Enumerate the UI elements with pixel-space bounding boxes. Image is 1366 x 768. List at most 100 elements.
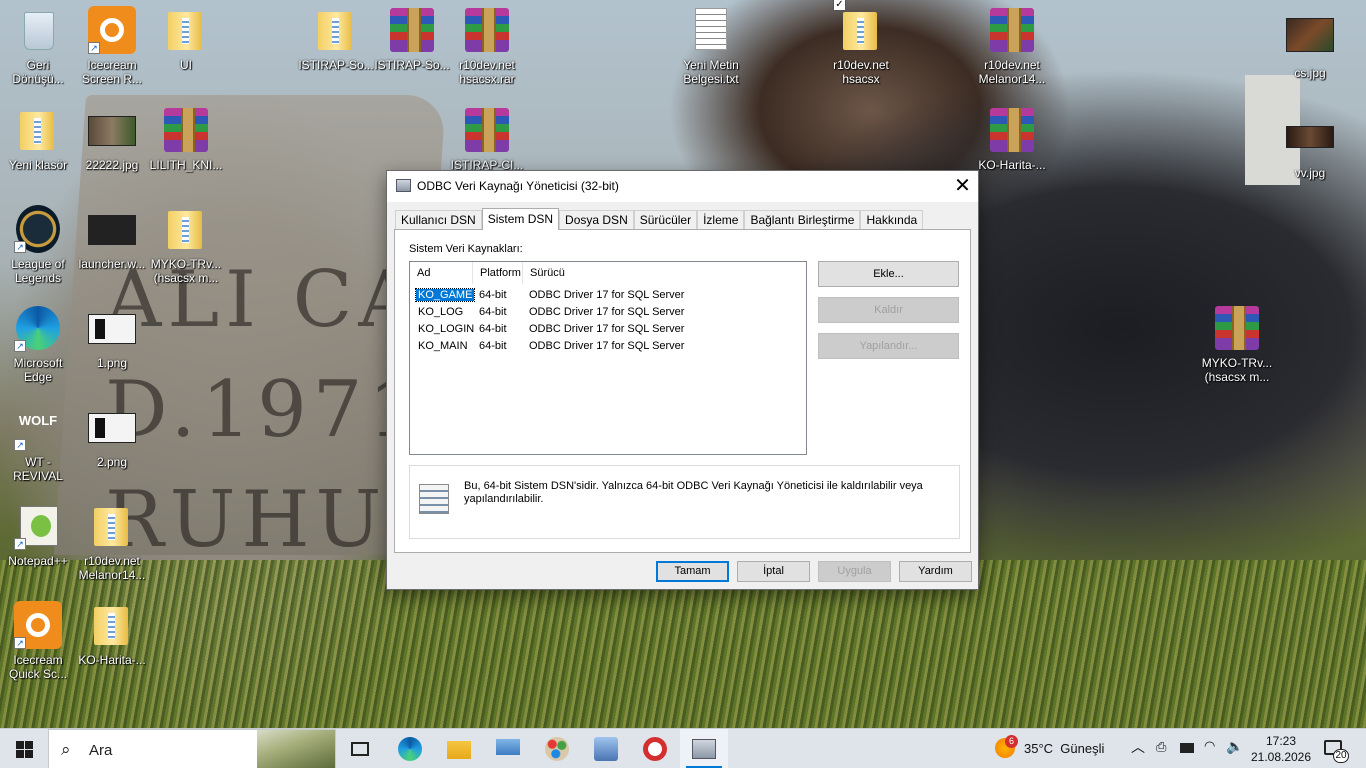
search-box[interactable]: ⌕ Ara <box>48 729 336 768</box>
winrar-archive-icon <box>463 6 511 54</box>
chevron-up-icon[interactable]: ︿ <box>1131 737 1145 757</box>
desktop-icon-istirap-rar[interactable]: ISTIRAP-So... <box>374 0 450 72</box>
installer-icon <box>594 737 618 761</box>
desktop-icon-league-of-legends[interactable]: ↗ League of Legends <box>0 199 76 285</box>
remove-button[interactable]: Kaldır <box>818 297 959 323</box>
ok-button[interactable]: Tamam <box>656 561 729 582</box>
desktop-icon-ko-harita-folder[interactable]: KO-Harita-... <box>74 595 150 667</box>
tab-connection-pooling[interactable]: Bağlantı Birleştirme <box>744 210 861 230</box>
icecream-screenshot-icon: ↗ <box>14 601 62 649</box>
tab-system-dsn[interactable]: Sistem DSN <box>481 208 560 230</box>
taskbar-edge[interactable] <box>386 729 434 768</box>
list-item[interactable]: KO_LOG 64-bit ODBC Driver 17 for SQL Ser… <box>410 304 806 321</box>
desktop-icon-vv-jpg[interactable]: vv.jpg <box>1272 108 1348 180</box>
folder-icon <box>88 502 136 550</box>
winrar-archive-icon <box>463 106 511 154</box>
taskbar-installer[interactable] <box>582 729 630 768</box>
dialog-titlebar[interactable]: ODBC Veri Kaynağı Yöneticisi (32-bit) ✕ <box>387 171 978 202</box>
help-button[interactable]: Yardım <box>899 561 972 582</box>
desktop-icon-wt-revival[interactable]: WOLF ↗ WT - REVIVAL <box>0 397 76 483</box>
configure-button[interactable]: Yapılandır... <box>818 333 959 359</box>
paint-icon <box>545 737 569 761</box>
desktop-icon-lilith-rar[interactable]: LILITH_KNI... <box>148 100 224 172</box>
folder-icon <box>88 601 136 649</box>
desktop-icon-icecream-quick-screenshot[interactable]: ↗ Icecream Quick Sc... <box>0 595 76 681</box>
desktop-icon-cs-jpg[interactable]: cs.jpg <box>1272 8 1348 80</box>
winrar-archive-icon <box>162 106 210 154</box>
tab-drivers[interactable]: Sürücüler <box>633 210 698 230</box>
desktop-icon-istirap-folder[interactable]: ISTIRAP-So... <box>298 0 374 72</box>
notification-count-badge: 20 <box>1333 749 1349 763</box>
list-header: Ad Platform Sürücü <box>410 262 806 284</box>
dsn-driver: ODBC Driver 17 for SQL Server <box>529 289 685 301</box>
desktop-icon-r10dev-rar[interactable]: r10dev.net hsacsx.rar <box>449 0 525 86</box>
column-header-platform[interactable]: Platform <box>473 262 523 284</box>
folder-icon <box>312 6 360 54</box>
dsn-platform: 64-bit <box>479 323 507 335</box>
winrar-archive-icon <box>1213 304 1261 352</box>
search-icon: ⌕ <box>61 740 71 760</box>
tab-file-dsn[interactable]: Dosya DSN <box>559 210 634 230</box>
desktop-icon-myko-rar[interactable]: MYKO-TRv... (hsacsx m... <box>1199 298 1275 384</box>
document-icon <box>419 484 449 514</box>
close-icon[interactable]: ✕ <box>947 171 978 202</box>
task-view-icon <box>351 742 369 756</box>
volume-icon[interactable]: 🔈 <box>1226 739 1243 755</box>
list-item[interactable]: KO_GAME 64-bit ODBC Driver 17 for SQL Se… <box>410 287 806 304</box>
weather-text[interactable]: 35°C Güneşli <box>1024 741 1104 756</box>
taskbar-computer[interactable] <box>484 729 532 768</box>
clock[interactable]: 17:23 21.08.2026 <box>1248 733 1314 765</box>
desktop-icon-microsoft-edge[interactable]: ↗ Microsoft Edge <box>0 298 76 384</box>
dsn-name: KO_GAME <box>414 288 476 302</box>
folder-icon <box>162 205 210 253</box>
wifi-icon[interactable]: ◠ <box>1204 739 1215 754</box>
checkbox-icon[interactable]: ✓ <box>833 0 846 11</box>
clock-date: 21.08.2026 <box>1250 750 1312 764</box>
image-file-icon <box>1286 14 1334 62</box>
edge-icon: ↗ <box>14 304 62 352</box>
taskbar-paint[interactable] <box>533 729 581 768</box>
apply-button[interactable]: Uygula <box>818 561 891 582</box>
column-header-name[interactable]: Ad <box>410 262 473 284</box>
desktop-icon-1-png[interactable]: 1.png <box>74 298 150 370</box>
taskbar-odbc-admin[interactable] <box>680 729 728 768</box>
folder-icon: ✓ <box>833 0 885 54</box>
task-view-button[interactable] <box>336 729 384 768</box>
meet-now-icon[interactable]: ⎙ <box>1156 740 1166 755</box>
winrar-archive-icon <box>988 106 1036 154</box>
list-item[interactable]: KO_MAIN 64-bit ODBC Driver 17 for SQL Se… <box>410 338 806 355</box>
desktop-icon-r10dev-folder[interactable]: ✓ r10dev.net hsacsx <box>823 0 899 86</box>
dsn-list[interactable]: Ad Platform Sürücü KO_GAME 64-bit ODBC D… <box>409 261 807 455</box>
desktop-icon-melanor-rar[interactable]: r10dev.net Melanor14... <box>974 0 1050 86</box>
text-document-icon <box>687 6 735 54</box>
column-header-driver[interactable]: Sürücü <box>523 262 803 284</box>
desktop-icon-ui-folder[interactable]: UI <box>148 0 224 72</box>
dsn-platform: 64-bit <box>479 289 507 301</box>
clock-time: 17:23 <box>1265 734 1297 748</box>
video-file-icon <box>88 205 136 253</box>
tab-about[interactable]: Hakkında <box>860 210 924 230</box>
desktop-icon-notepad-plus-plus[interactable]: ↗ Notepad++ <box>0 496 76 568</box>
desktop-icon-istirap-ci-rar[interactable]: ISTIRAP-CI... <box>449 100 525 172</box>
start-button[interactable] <box>0 729 48 768</box>
list-item[interactable]: KO_LOGIN 64-bit ODBC Driver 17 for SQL S… <box>410 321 806 338</box>
desktop-icon-ko-harita-rar[interactable]: KO-Harita-... <box>974 100 1050 172</box>
icecream-screen-recorder-icon: ↗ <box>88 6 136 54</box>
cancel-button[interactable]: İptal <box>737 561 810 582</box>
taskbar-speedtest[interactable] <box>631 729 679 768</box>
desktop-icon-launcher[interactable]: launcher.w... <box>74 199 150 271</box>
add-button[interactable]: Ekle... <box>818 261 959 287</box>
desktop-icon-text-document[interactable]: Yeni Metin Belgesi.txt <box>673 0 749 86</box>
desktop-icon-melanor-folder[interactable]: r10dev.net Melanor14... <box>74 496 150 582</box>
tab-tracing[interactable]: İzleme <box>697 210 745 230</box>
desktop-icon-myko-folder[interactable]: MYKO-TRv... (hsacsx m... <box>148 199 224 285</box>
desktop-icon-icecream-screen-recorder[interactable]: ↗ Icecream Screen R... <box>74 0 150 86</box>
dsn-driver: ODBC Driver 17 for SQL Server <box>529 306 685 318</box>
taskbar-file-explorer[interactable] <box>435 729 483 768</box>
desktop-icon-22222-jpg[interactable]: 22222.jpg <box>74 100 150 172</box>
tab-user-dsn[interactable]: Kullanıcı DSN <box>395 210 482 230</box>
desktop-icon-recycle-bin[interactable]: Geri Dönüşü... <box>0 0 76 86</box>
desktop-icon-2-png[interactable]: 2.png <box>74 397 150 469</box>
desktop-icon-new-folder[interactable]: Yeni klasör <box>0 100 76 172</box>
battery-icon[interactable] <box>1180 743 1194 753</box>
